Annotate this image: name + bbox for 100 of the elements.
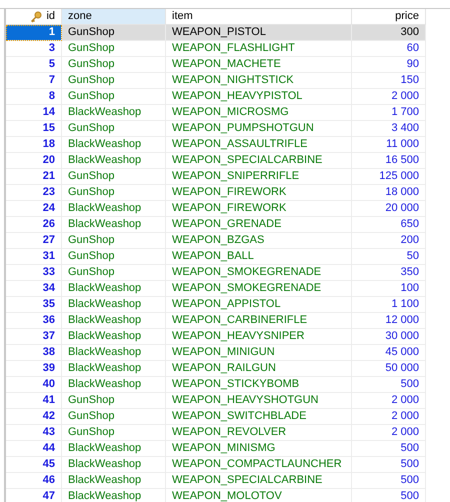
table-cell: BlackWeashop (62, 201, 166, 217)
table-cell: WEAPON_MINISMG (166, 441, 352, 457)
table-cell: 500 (352, 377, 426, 393)
table-cell: GunShop (62, 185, 166, 201)
table-cell: 44 (6, 441, 62, 457)
table-cell: 33 (6, 265, 62, 281)
table-cell: GunShop (62, 425, 166, 441)
table-cell: BlackWeashop (62, 377, 166, 393)
table-cell: GunShop (62, 73, 166, 89)
table-cell: WEAPON_BALL (166, 249, 352, 265)
table-cell: 27 (6, 233, 62, 249)
table-cell: 16 500 (352, 153, 426, 169)
table-cell: WEAPON_HEAVYSHOTGUN (166, 393, 352, 409)
table-cell: 45 (6, 457, 62, 473)
table-cell: WEAPON_NIGHTSTICK (166, 73, 352, 89)
table-cell: 21 (6, 169, 62, 185)
table-cell: 20 000 (352, 201, 426, 217)
table-cell: 200 (352, 233, 426, 249)
table-cell: GunShop (62, 89, 166, 105)
table-cell: WEAPON_SPECIALCARBINE (166, 153, 352, 169)
table-cell: WEAPON_REVOLVER (166, 425, 352, 441)
table-cell: 650 (352, 217, 426, 233)
table-cell: WEAPON_SMOKEGRENADE (166, 281, 352, 297)
table-cell: 47 (6, 489, 62, 502)
table-cell: 300 (352, 25, 426, 41)
table-cell: BlackWeashop (62, 457, 166, 473)
table-cell: WEAPON_COMPACTLAUNCHER (166, 457, 352, 473)
table-cell: 1 (6, 25, 62, 41)
table-cell: GunShop (62, 25, 166, 41)
table-cell: 150 (352, 73, 426, 89)
table-cell: 50 (352, 249, 426, 265)
table-cell: BlackWeashop (62, 345, 166, 361)
table-cell: GunShop (62, 41, 166, 57)
table-cell: GunShop (62, 121, 166, 137)
table-cell: 100 (352, 281, 426, 297)
table-cell: 18 (6, 137, 62, 153)
table-cell: 41 (6, 393, 62, 409)
table-cell: 500 (352, 489, 426, 502)
table-cell: WEAPON_STICKYBOMB (166, 377, 352, 393)
table-cell: 3 400 (352, 121, 426, 137)
table-cell: WEAPON_HEAVYSNIPER (166, 329, 352, 345)
table-cell: 1 700 (352, 105, 426, 121)
table-cell: WEAPON_PUMPSHOTGUN (166, 121, 352, 137)
table-cell: 2 000 (352, 425, 426, 441)
table-cell: WEAPON_MACHETE (166, 57, 352, 73)
table-cell: WEAPON_PISTOL (166, 25, 352, 41)
table-cell: 8 (6, 89, 62, 105)
table-cell: WEAPON_ASSAULTRIFLE (166, 137, 352, 153)
table-cell: WEAPON_GRENADE (166, 217, 352, 233)
table-cell: GunShop (62, 393, 166, 409)
table-cell: 3 (6, 41, 62, 57)
table-cell: 90 (352, 57, 426, 73)
table-cell: 2 000 (352, 89, 426, 105)
table-cell: 38 (6, 345, 62, 361)
table-cell: 125 000 (352, 169, 426, 185)
column-header[interactable]: zone (62, 9, 166, 25)
table-cell: WEAPON_BZGAS (166, 233, 352, 249)
table-cell: BlackWeashop (62, 441, 166, 457)
table-cell: 5 (6, 57, 62, 73)
table-cell: 500 (352, 441, 426, 457)
table-cell: WEAPON_SNIPERRIFLE (166, 169, 352, 185)
table-cell: 24 (6, 201, 62, 217)
table-cell: GunShop (62, 249, 166, 265)
table-cell: 39 (6, 361, 62, 377)
table-cell: WEAPON_SMOKEGRENADE (166, 265, 352, 281)
table-cell: 43 (6, 425, 62, 441)
table-cell: 45 000 (352, 345, 426, 361)
table-cell: BlackWeashop (62, 297, 166, 313)
table-cell: 7 (6, 73, 62, 89)
table-cell: WEAPON_FIREWORK (166, 201, 352, 217)
table-cell: 500 (352, 473, 426, 489)
table-cell: WEAPON_HEAVYPISTOL (166, 89, 352, 105)
table-cell: 35 (6, 297, 62, 313)
table-cell: BlackWeashop (62, 329, 166, 345)
table-cell: 2 000 (352, 393, 426, 409)
table-cell: 14 (6, 105, 62, 121)
table-cell: 1 100 (352, 297, 426, 313)
table-cell: 50 000 (352, 361, 426, 377)
table-cell: 500 (352, 457, 426, 473)
table-cell: GunShop (62, 233, 166, 249)
table-cell: 34 (6, 281, 62, 297)
table-cell: 12 000 (352, 313, 426, 329)
table-cell: WEAPON_SWITCHBLADE (166, 409, 352, 425)
table-cell: BlackWeashop (62, 281, 166, 297)
table-cell: 11 000 (352, 137, 426, 153)
table-cell: WEAPON_FIREWORK (166, 185, 352, 201)
table-cell: BlackWeashop (62, 313, 166, 329)
key-icon (30, 10, 42, 22)
table-cell: WEAPON_APPISTOL (166, 297, 352, 313)
table-cell: BlackWeashop (62, 361, 166, 377)
table-cell: GunShop (62, 265, 166, 281)
table-cell: 36 (6, 313, 62, 329)
table-cell: BlackWeashop (62, 137, 166, 153)
table-cell: BlackWeashop (62, 473, 166, 489)
table-cell: WEAPON_SPECIALCARBINE (166, 473, 352, 489)
table-cell: 23 (6, 185, 62, 201)
table-cell: WEAPON_CARBINERIFLE (166, 313, 352, 329)
table-cell: BlackWeashop (62, 489, 166, 502)
table-cell: GunShop (62, 169, 166, 185)
table-cell: WEAPON_MINIGUN (166, 345, 352, 361)
